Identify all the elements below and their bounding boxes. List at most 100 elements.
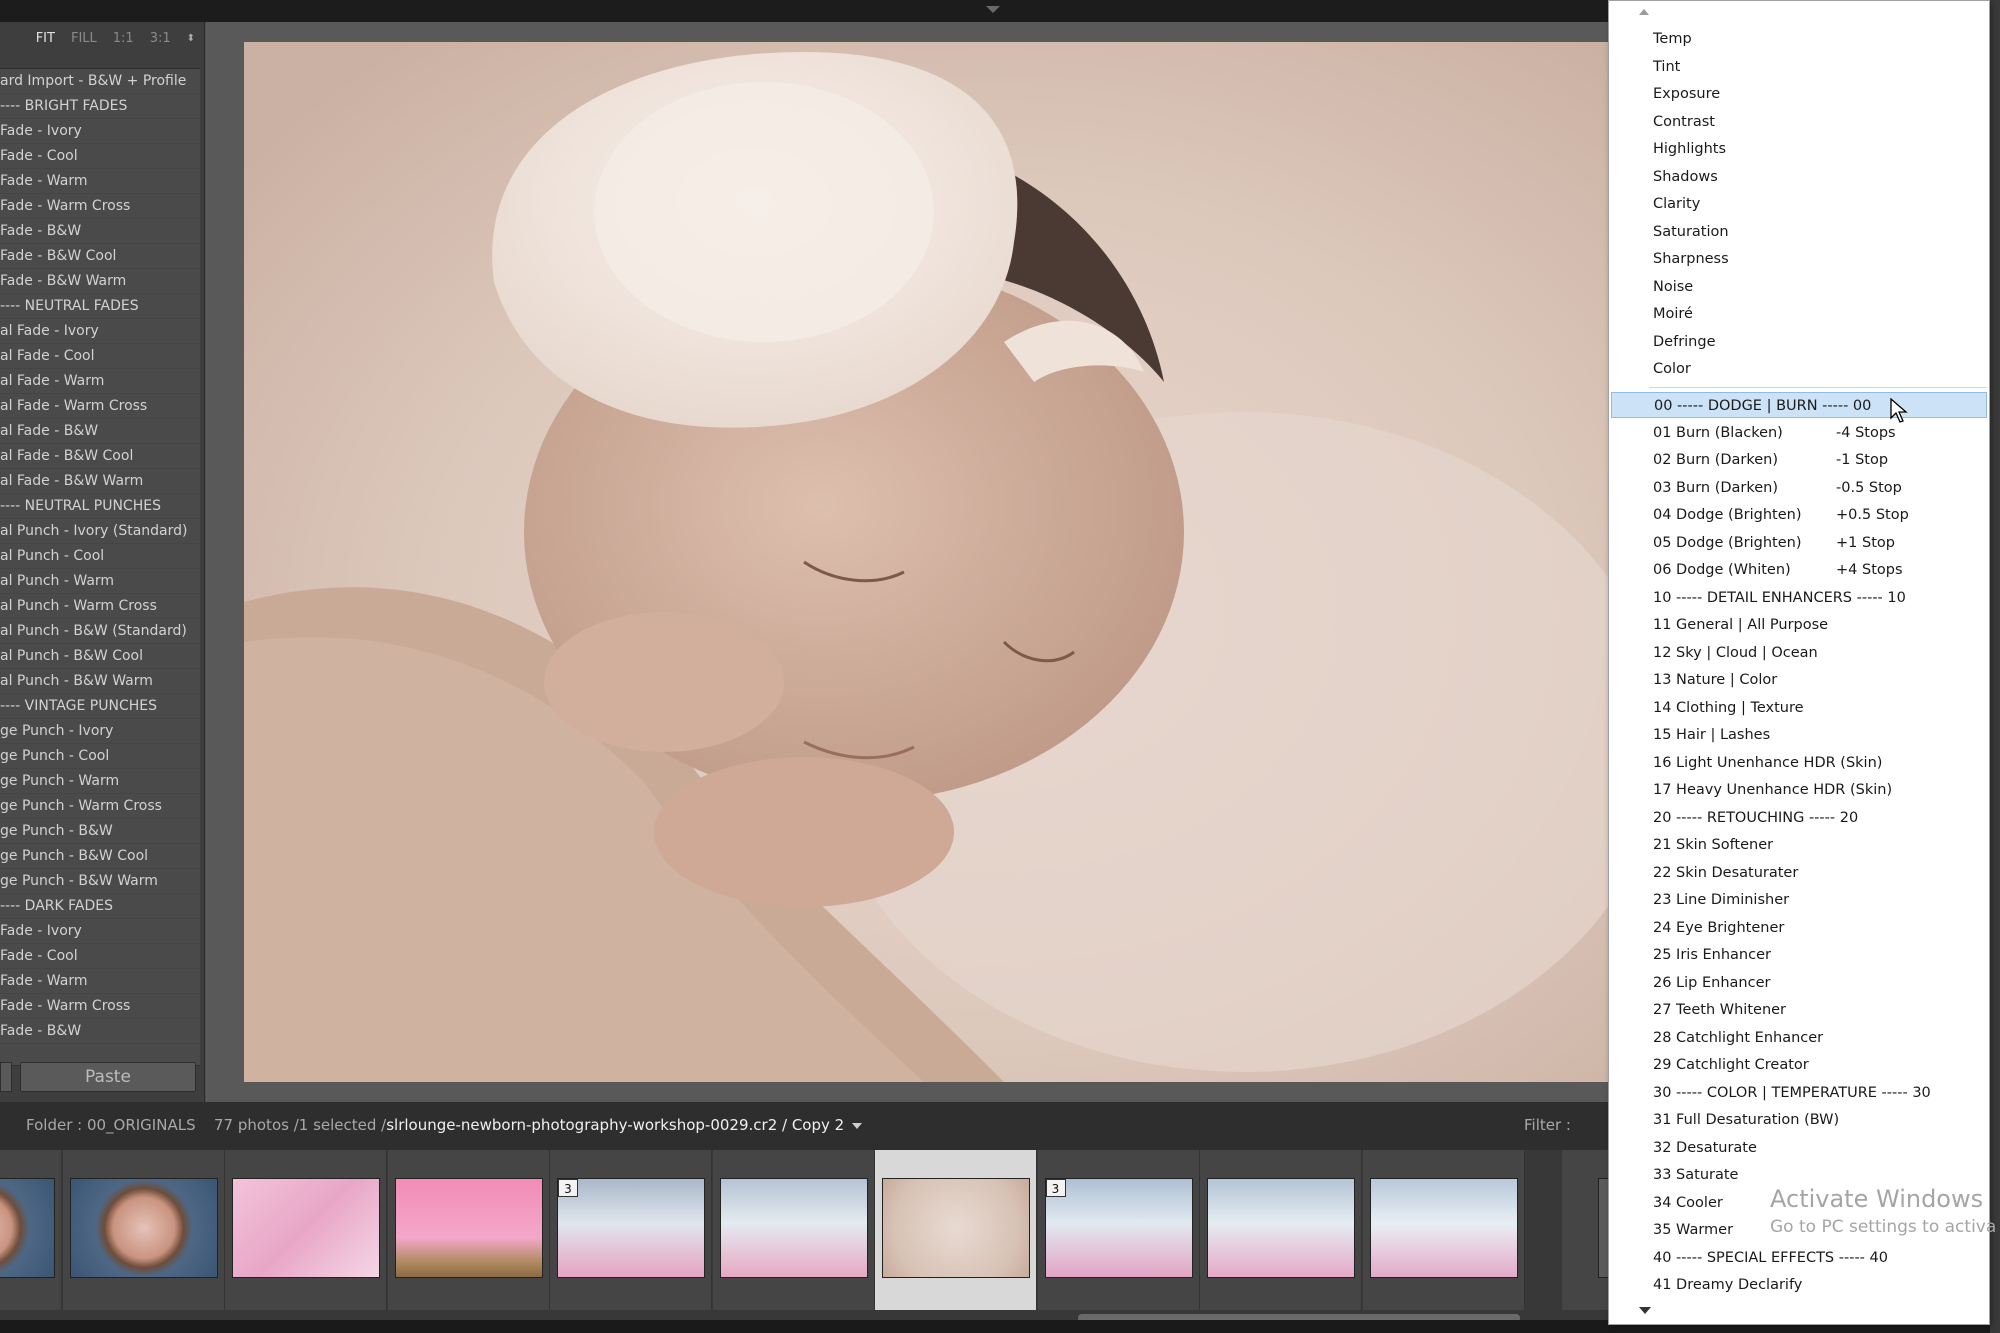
menu-item[interactable]: 26 Lip Enhancer — [1611, 970, 1987, 996]
filmstrip-thumbnail[interactable] — [1207, 1178, 1355, 1278]
filmstrip-cell[interactable] — [225, 1150, 387, 1310]
paste-button[interactable]: Paste — [20, 1062, 196, 1092]
menu-item[interactable]: 17 Heavy Unenhance HDR (Skin) — [1611, 777, 1987, 803]
filmstrip-cell[interactable]: 3 — [550, 1150, 712, 1310]
preset-item[interactable]: Fade - Ivory — [0, 119, 200, 144]
menu-item[interactable]: Highlights — [1611, 136, 1987, 162]
preset-item[interactable]: ge Punch - Warm Cross — [0, 794, 200, 819]
preset-item[interactable]: ---- NEUTRAL FADES — [0, 294, 200, 319]
menu-item[interactable]: 04 Dodge (Brighten) +0.5 Stop — [1611, 502, 1987, 528]
menu-item[interactable]: 06 Dodge (Whiten) +4 Stops — [1611, 557, 1987, 583]
filmstrip-thumbnail[interactable] — [394, 1178, 543, 1278]
preset-item[interactable]: al Punch - B&W Warm — [0, 669, 200, 694]
zoom-3-1[interactable]: 3:1 — [150, 31, 171, 46]
filmstrip-thumbnail[interactable] — [232, 1178, 380, 1278]
filmstrip-cell[interactable] — [0, 1150, 62, 1310]
filmstrip-cell[interactable] — [712, 1150, 875, 1310]
menu-item[interactable]: 10 ----- DETAIL ENHANCERS ----- 10 — [1611, 585, 1987, 611]
menu-item[interactable]: 40 ----- SPECIAL EFFECTS ----- 40 — [1611, 1245, 1987, 1271]
menu-item[interactable]: Tint — [1611, 54, 1987, 80]
menu-item[interactable]: Sharpness — [1611, 246, 1987, 272]
preset-item[interactable]: al Punch - Warm — [0, 569, 200, 594]
stack-count-badge[interactable]: 3 — [1045, 1179, 1066, 1197]
menu-item[interactable]: Contrast — [1611, 109, 1987, 135]
preset-item[interactable]: Fade - Warm — [0, 169, 200, 194]
menu-item[interactable]: 27 Teeth Whitener — [1611, 997, 1987, 1023]
preset-item[interactable]: ---- NEUTRAL PUNCHES — [0, 494, 200, 519]
menu-item[interactable]: 16 Light Unenhance HDR (Skin) — [1611, 750, 1987, 776]
left-stub-button[interactable] — [0, 1062, 12, 1092]
preset-item[interactable]: al Punch - Ivory (Standard) — [0, 519, 200, 544]
menu-item[interactable]: Shadows — [1611, 164, 1987, 190]
menu-item[interactable]: 28 Catchlight Enhancer — [1611, 1025, 1987, 1051]
menu-item[interactable]: Color — [1611, 356, 1987, 382]
menu-item[interactable]: 01 Burn (Blacken) -4 Stops — [1611, 420, 1987, 446]
menu-item[interactable]: 12 Sky | Cloud | Ocean — [1611, 640, 1987, 666]
filmstrip-cell[interactable] — [1200, 1150, 1362, 1310]
preset-item[interactable]: Fade - Cool — [0, 944, 200, 969]
preset-item[interactable]: al Fade - B&W — [0, 419, 200, 444]
filmstrip-thumbnail[interactable] — [1369, 1178, 1518, 1278]
preset-item[interactable]: Fade - Ivory — [0, 919, 200, 944]
collapse-top-panel-icon[interactable] — [986, 6, 1000, 13]
preset-item[interactable]: Fade - Warm Cross — [0, 194, 200, 219]
preset-item[interactable]: Fade - Cool — [0, 144, 200, 169]
menu-scroll-up-icon[interactable] — [1639, 9, 1649, 15]
preset-item[interactable]: ---- BRIGHT FADES — [0, 94, 200, 119]
preset-item[interactable]: al Punch - Cool — [0, 544, 200, 569]
filmstrip-thumbnail[interactable] — [557, 1178, 705, 1278]
menu-item[interactable]: 41 Dreamy Declarify — [1611, 1272, 1987, 1298]
preset-item[interactable]: al Punch - Warm Cross — [0, 594, 200, 619]
preset-item[interactable]: ge Punch - Ivory — [0, 719, 200, 744]
file-name[interactable]: slrlounge-newborn-photography-workshop-0… — [386, 1116, 844, 1134]
menu-item[interactable]: 24 Eye Brightener — [1611, 915, 1987, 941]
preset-item[interactable]: ---- DARK FADES — [0, 894, 200, 919]
preset-item[interactable]: al Punch - B&W (Standard) — [0, 619, 200, 644]
menu-item[interactable]: Noise — [1611, 274, 1987, 300]
preset-item[interactable]: al Punch - B&W Cool — [0, 644, 200, 669]
menu-item[interactable]: Exposure — [1611, 81, 1987, 107]
preset-item[interactable]: Fade - B&W — [0, 1019, 200, 1044]
folder-label[interactable]: Folder : 00_ORIGINALS — [26, 1116, 196, 1134]
preset-item[interactable]: al Fade - Ivory — [0, 319, 200, 344]
menu-item[interactable]: 05 Dodge (Brighten) +1 Stop — [1611, 530, 1987, 556]
filter-label[interactable]: Filter : — [1524, 1116, 1571, 1134]
menu-item[interactable]: 31 Full Desaturation (BW) — [1611, 1107, 1987, 1133]
preset-item[interactable]: ge Punch - Warm — [0, 769, 200, 794]
filmstrip-thumbnail[interactable] — [719, 1178, 868, 1278]
zoom-fit[interactable]: FIT — [36, 31, 55, 46]
menu-item[interactable]: 29 Catchlight Creator — [1611, 1052, 1987, 1078]
preset-item[interactable]: ge Punch - B&W Warm — [0, 869, 200, 894]
preset-item[interactable]: ge Punch - B&W Cool — [0, 844, 200, 869]
menu-item[interactable]: 03 Burn (Darken) -0.5 Stop — [1611, 475, 1987, 501]
preset-item[interactable]: al Fade - B&W Warm — [0, 469, 200, 494]
filmstrip-thumbnail[interactable] — [1044, 1178, 1193, 1278]
filmstrip-cell[interactable] — [387, 1150, 550, 1310]
filmstrip-cell[interactable]: 3 — [1037, 1150, 1200, 1310]
menu-item[interactable]: 15 Hair | Lashes — [1611, 722, 1987, 748]
preset-item[interactable]: Fade - B&W Warm — [0, 269, 200, 294]
menu-item[interactable]: 30 ----- COLOR | TEMPERATURE ----- 30 — [1611, 1080, 1987, 1106]
filmstrip-cell[interactable] — [62, 1150, 225, 1310]
menu-item[interactable]: Clarity — [1611, 191, 1987, 217]
menu-scroll-down-icon[interactable] — [1639, 1307, 1651, 1314]
zoom-spinner-icon[interactable]: ⬍ — [187, 33, 195, 44]
preset-item[interactable]: Fade - B&W — [0, 219, 200, 244]
zoom-fill[interactable]: FILL — [71, 31, 97, 46]
menu-item[interactable]: 32 Desaturate — [1611, 1135, 1987, 1161]
menu-item[interactable]: 00 ----- DODGE | BURN ----- 00 — [1611, 392, 1987, 418]
menu-item[interactable]: 14 Clothing | Texture — [1611, 695, 1987, 721]
preset-item[interactable]: al Fade - Cool — [0, 344, 200, 369]
preset-item[interactable]: Fade - Warm Cross — [0, 994, 200, 1019]
menu-item[interactable]: 23 Line Diminisher — [1611, 887, 1987, 913]
preset-item[interactable]: al Fade - B&W Cool — [0, 444, 200, 469]
menu-item[interactable]: Temp — [1611, 26, 1987, 52]
menu-item[interactable]: 02 Burn (Darken) -1 Stop — [1611, 447, 1987, 473]
preset-item[interactable]: ard Import - B&W + Profile — [0, 69, 200, 94]
stack-count-badge[interactable]: 3 — [558, 1179, 578, 1197]
main-photo[interactable] — [244, 42, 1608, 1082]
menu-item[interactable]: Moiré — [1611, 301, 1987, 327]
menu-item[interactable]: 25 Iris Enhancer — [1611, 942, 1987, 968]
menu-item[interactable]: 13 Nature | Color — [1611, 667, 1987, 693]
menu-item[interactable]: 22 Skin Desaturater — [1611, 860, 1987, 886]
